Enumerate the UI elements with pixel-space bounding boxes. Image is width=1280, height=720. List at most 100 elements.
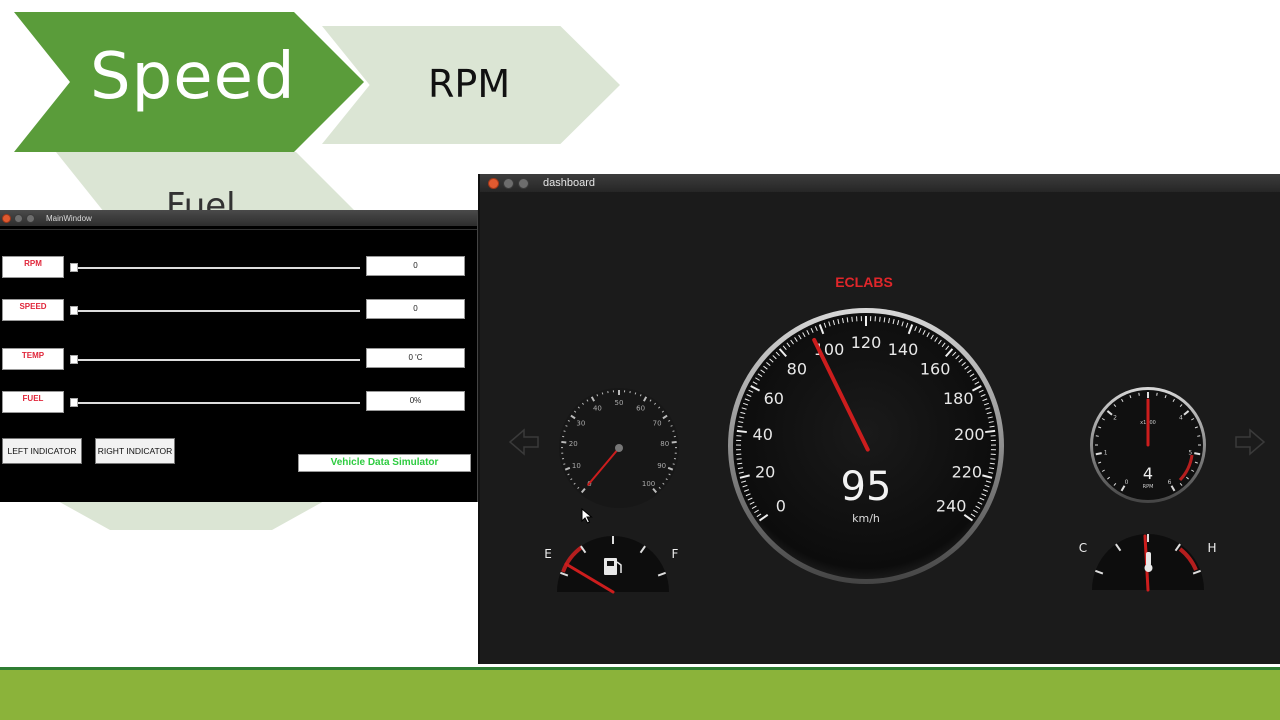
fuel-full-label: F bbox=[672, 547, 679, 561]
gauge-tick-label: 140 bbox=[888, 340, 919, 359]
fuel-label: FUEL bbox=[2, 391, 64, 413]
fuel-value-field[interactable]: 0% bbox=[366, 391, 465, 411]
rpm-unit: RPM bbox=[1143, 484, 1154, 490]
gauge-tick-label: 30 bbox=[576, 419, 585, 427]
gauge-minor-tick bbox=[596, 394, 599, 397]
temp-slider-handle[interactable] bbox=[70, 355, 78, 364]
gauge-major-tick bbox=[671, 440, 677, 444]
gauge-tick-label: 40 bbox=[593, 404, 602, 412]
rpm-value-field[interactable]: 0 bbox=[366, 256, 465, 276]
gauge-major-tick bbox=[1095, 452, 1102, 456]
speedometer-gauge: 020406080100 120 140160180200220240 95 km/… bbox=[728, 308, 1004, 584]
gauge-major-tick bbox=[985, 429, 996, 434]
gauge-tick-label: 70 bbox=[653, 419, 662, 427]
speed-unit: km/h bbox=[852, 512, 880, 525]
auxiliary-gauge: 0102030405060708090100 bbox=[559, 388, 679, 508]
screen: Fuel Speed RPM MainWindow RPM 0 SPEED 0 … bbox=[0, 0, 1280, 720]
rpm-slider[interactable] bbox=[72, 267, 360, 269]
rpm-control-row: RPM 0 bbox=[0, 256, 478, 280]
fuel-control-row: FUEL 0% bbox=[0, 391, 478, 415]
gauge-tick-label: 180 bbox=[943, 389, 974, 408]
dashboard-title: dashboard bbox=[543, 177, 595, 189]
slide-tab-speed-label: Speed bbox=[90, 40, 296, 114]
gauge-minor-tick bbox=[563, 463, 566, 465]
right-indicator-button[interactable]: RIGHT INDICATOR bbox=[95, 438, 175, 464]
temp-slider[interactable] bbox=[72, 359, 360, 361]
gauge-minor-tick bbox=[672, 430, 675, 432]
speed-slider-handle[interactable] bbox=[70, 306, 78, 315]
speed-value-field[interactable]: 0 bbox=[366, 299, 465, 319]
gauge-tick-label: 50 bbox=[615, 399, 624, 407]
dashboard-window: dashboard ECLABS 0 20 40 60 80 100 120 1… bbox=[478, 174, 1280, 664]
speed-readout: 95 bbox=[841, 464, 892, 510]
gauge-minor-tick bbox=[1197, 435, 1201, 437]
gauge-tick-label: 90 bbox=[657, 462, 666, 470]
minimize-icon[interactable] bbox=[14, 213, 23, 223]
gauge-minor-tick bbox=[563, 430, 566, 432]
left-indicator-button[interactable]: LEFT INDICATOR bbox=[2, 438, 82, 464]
main-window-title: MainWindow bbox=[46, 213, 92, 223]
close-icon[interactable] bbox=[488, 177, 499, 189]
fuel-empty-label: E bbox=[544, 547, 552, 561]
gauge-minor-tick bbox=[989, 462, 995, 465]
rpm-readout: 4 bbox=[1143, 464, 1153, 483]
close-icon[interactable] bbox=[2, 213, 11, 223]
maximize-icon[interactable] bbox=[518, 177, 529, 189]
temp-value-field[interactable]: 0 'C bbox=[366, 348, 465, 368]
mouse-cursor-icon bbox=[581, 508, 593, 524]
slide-footer-band bbox=[0, 667, 1280, 720]
gauge-tick-label: 120 bbox=[851, 333, 882, 352]
gauge-minor-tick bbox=[990, 458, 996, 460]
gauge-tick-label: 20 bbox=[569, 440, 578, 448]
slide-chevron-decoration bbox=[56, 500, 326, 530]
rpm-label: RPM bbox=[2, 256, 64, 278]
gauge-minor-tick bbox=[1095, 435, 1099, 437]
gauge-major-tick bbox=[736, 429, 747, 434]
speed-control-row: SPEED 0 bbox=[0, 299, 478, 323]
gauge-minor-tick bbox=[737, 462, 743, 465]
right-turn-indicator-icon bbox=[1235, 428, 1266, 456]
temp-label: TEMP bbox=[2, 348, 64, 370]
rpm-slider-handle[interactable] bbox=[70, 263, 78, 272]
instrument-cluster: ECLABS 020406080100 120 140160180200220240… bbox=[508, 274, 1266, 594]
fuel-slider-handle[interactable] bbox=[70, 398, 78, 407]
minimize-icon[interactable] bbox=[503, 177, 514, 189]
gauge-tick-label: 200 bbox=[954, 425, 985, 444]
gauge-tick-label: 80 bbox=[660, 440, 669, 448]
gauge-tick-label: 60 bbox=[636, 404, 645, 412]
gauge-tick-label: 1 bbox=[1104, 449, 1108, 456]
gauge-tick-label: 5 bbox=[1188, 449, 1192, 456]
rpm-gauge: 0123456 x1000 4 RPM bbox=[1090, 387, 1206, 503]
gauge-minor-tick bbox=[736, 458, 742, 460]
temp-hot-label: H bbox=[1207, 541, 1216, 555]
gauge-tick-label: 80 bbox=[787, 359, 807, 378]
main-window: MainWindow RPM 0 SPEED 0 TEMP 0 'C FUEL … bbox=[0, 210, 478, 502]
main-window-titlebar[interactable]: MainWindow bbox=[0, 210, 477, 226]
gauge-minor-tick bbox=[1138, 392, 1140, 396]
gauge-minor-tick bbox=[601, 392, 604, 395]
gauge-minor-tick bbox=[879, 316, 881, 322]
gauge-tick-label: 2 bbox=[1113, 414, 1117, 421]
simulator-title-label: Vehicle Data Simulator bbox=[298, 454, 471, 472]
speed-slider[interactable] bbox=[72, 310, 360, 312]
fuel-slider[interactable] bbox=[72, 402, 360, 404]
speed-label: SPEED bbox=[2, 299, 64, 321]
gauge-major-tick bbox=[1194, 452, 1201, 456]
gauge-tick-label: 160 bbox=[920, 359, 951, 378]
gauge-tick-label: 4 bbox=[1179, 414, 1183, 421]
temperature-gauge: C H bbox=[1079, 534, 1217, 592]
brand-label: ECLABS bbox=[835, 274, 893, 290]
gauge-tick-label: 0 bbox=[1125, 479, 1129, 486]
left-turn-indicator-icon bbox=[508, 428, 539, 456]
gauge-tick-label: 60 bbox=[764, 389, 784, 408]
menubar bbox=[0, 226, 477, 230]
gauge-major-tick bbox=[561, 440, 567, 444]
gauge-minor-tick bbox=[634, 392, 637, 395]
maximize-icon[interactable] bbox=[26, 213, 35, 223]
gauge-minor-tick bbox=[639, 394, 642, 397]
gauge-minor-tick bbox=[672, 463, 675, 465]
gauge-tick-label: 240 bbox=[936, 497, 967, 516]
dashboard-titlebar[interactable]: dashboard bbox=[480, 174, 1280, 192]
temp-control-row: TEMP 0 'C bbox=[0, 348, 478, 372]
gauge-tick-label: 10 bbox=[572, 462, 581, 470]
